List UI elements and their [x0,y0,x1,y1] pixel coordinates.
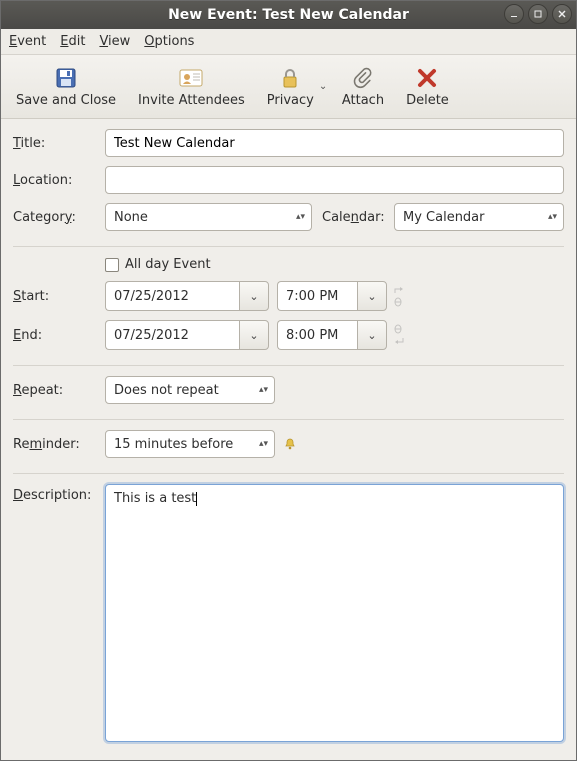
menu-options[interactable]: Options [144,34,194,49]
separator [13,473,564,474]
location-input[interactable] [105,166,564,194]
privacy-button[interactable]: Privacy [258,62,323,111]
all-day-checkbox[interactable] [105,258,119,272]
timezone-link-icon [393,324,405,346]
privacy-dropdown-arrow[interactable]: ⌄ [319,81,329,92]
chevron-spin-icon: ▴▾ [259,387,268,393]
text-cursor [196,492,197,506]
separator [13,419,564,420]
end-label: End: [13,328,105,343]
start-time-field[interactable]: 7:00 PM ⌄ [277,281,387,311]
end-time-dropdown[interactable]: ⌄ [357,320,387,350]
reminder-select[interactable]: 15 minutes before ▴▾ [105,430,275,458]
repeat-label: Repeat: [13,383,105,398]
title-input[interactable] [105,129,564,157]
separator [13,246,564,247]
timezone-link-icon [393,285,405,307]
end-date-dropdown[interactable]: ⌄ [239,320,269,350]
minimize-button[interactable] [504,4,524,24]
description-textarea[interactable]: This is a test [105,484,564,742]
title-bar: New Event: Test New Calendar [1,1,576,29]
menu-bar: Event Edit View Options [1,29,576,55]
menu-edit[interactable]: Edit [60,34,85,49]
chevron-spin-icon: ▴▾ [548,214,557,220]
save-and-close-button[interactable]: Save and Close [7,62,125,111]
start-date-dropdown[interactable]: ⌄ [239,281,269,311]
calendar-value: My Calendar [403,210,485,225]
end-time-field[interactable]: 8:00 PM ⌄ [277,320,387,350]
menu-view[interactable]: View [99,34,130,49]
paperclip-icon [350,65,376,91]
category-select[interactable]: None ▴▾ [105,203,312,231]
separator [13,365,564,366]
location-label: Location: [13,173,105,188]
reminder-label: Reminder: [13,437,105,452]
start-date-field[interactable]: 07/25/2012 ⌄ [105,281,269,311]
calendar-select[interactable]: My Calendar ▴▾ [394,203,564,231]
calendar-label: Calendar: [322,210,394,225]
bell-icon [283,437,297,451]
description-label: Description: [13,484,105,503]
start-time-dropdown[interactable]: ⌄ [357,281,387,311]
window-title: New Event: Test New Calendar [1,7,576,23]
chevron-spin-icon: ▴▾ [259,441,268,447]
category-value: None [114,210,148,225]
all-day-label: All day Event [125,257,211,272]
menu-event[interactable]: Event [9,34,46,49]
start-label: Start: [13,289,105,304]
invite-attendees-button[interactable]: Invite Attendees [129,62,254,111]
repeat-select[interactable]: Does not repeat ▴▾ [105,376,275,404]
delete-x-icon [414,65,440,91]
event-form: Title: Location: Category: None ▴▾ Calen… [1,119,576,760]
address-card-icon [178,65,204,91]
floppy-disk-icon [53,65,79,91]
delete-button[interactable]: Delete [397,62,458,111]
title-label: Title: [13,136,105,151]
close-button[interactable] [552,4,572,24]
end-date-field[interactable]: 07/25/2012 ⌄ [105,320,269,350]
attach-button[interactable]: Attach [333,62,393,111]
toolbar: Save and Close Invite Attendees Privacy … [1,55,576,119]
lock-icon [277,65,303,91]
category-label: Category: [13,210,105,225]
chevron-spin-icon: ▴▾ [296,214,305,220]
maximize-button[interactable] [528,4,548,24]
